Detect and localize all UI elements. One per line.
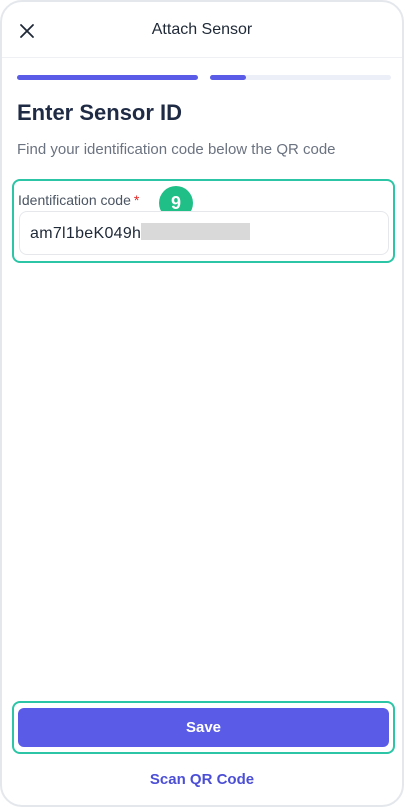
identification-code-value: am7l1beK049h — [30, 225, 142, 242]
identification-field-label: Identification code * — [18, 192, 139, 208]
progress-step-2-fill — [210, 75, 246, 80]
save-button[interactable]: Save — [18, 708, 389, 747]
header: Attach Sensor — [2, 2, 402, 58]
header-title: Attach Sensor — [151, 21, 253, 38]
required-marker: * — [133, 192, 140, 208]
progress-step-2 — [210, 75, 391, 80]
progress-step-1 — [17, 75, 198, 80]
page-subtitle: Find your identification code below the … — [17, 141, 336, 158]
save-button-highlight: Save — [12, 701, 395, 754]
identification-label-text: Identification code — [18, 192, 131, 208]
page-title: Enter Sensor ID — [17, 100, 183, 125]
phone-frame: Attach Sensor Enter Sensor ID Find your … — [0, 0, 404, 807]
scan-qr-code-link[interactable]: Scan QR Code — [2, 771, 402, 788]
identification-code-input[interactable]: am7l1beK049h — [19, 211, 389, 255]
redaction-block — [141, 223, 250, 240]
identification-field-highlight: Identification code * 9 am7l1beK049h — [12, 179, 395, 263]
progress-bar — [17, 75, 391, 81]
